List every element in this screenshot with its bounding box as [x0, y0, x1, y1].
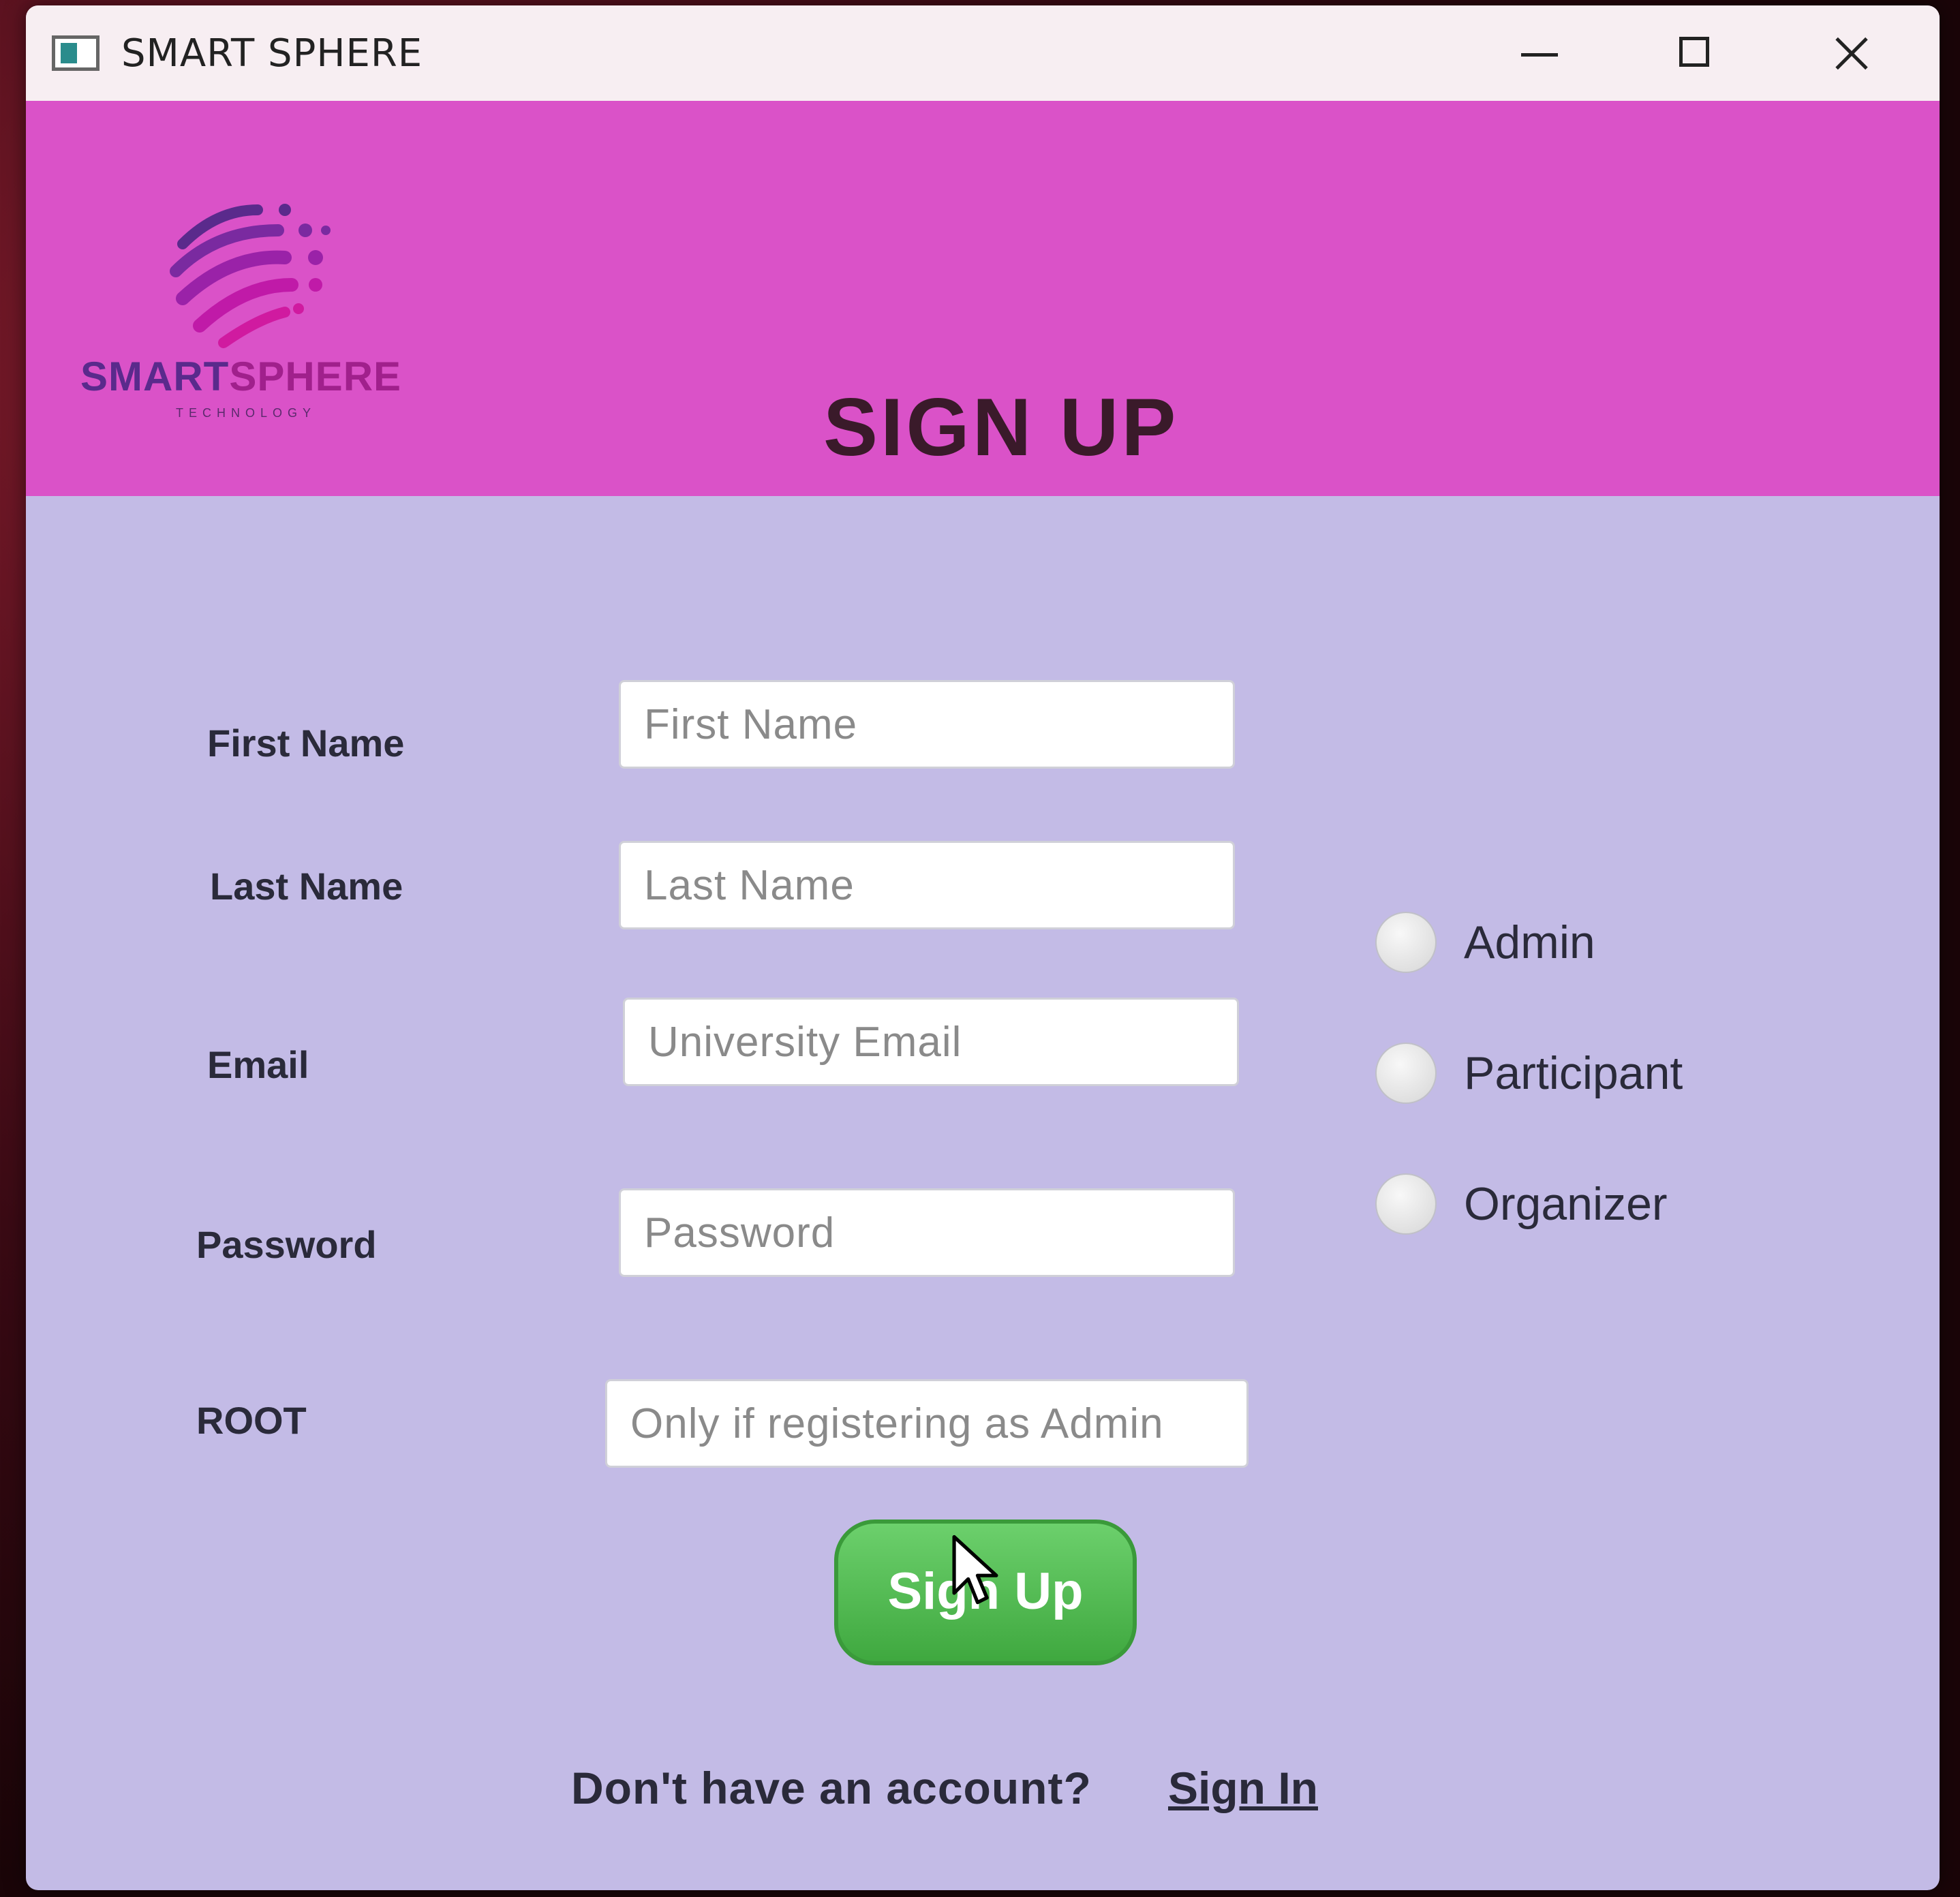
last-name-label: Last Name — [210, 865, 403, 908]
first-name-input[interactable] — [619, 680, 1235, 769]
radio-button[interactable] — [1375, 1173, 1437, 1235]
radio-button[interactable] — [1375, 1043, 1437, 1104]
email-input[interactable] — [623, 998, 1239, 1086]
root-input[interactable] — [605, 1379, 1249, 1468]
root-label: ROOT — [196, 1399, 307, 1442]
app-window: SMART SPHERE SMARTSPHERE TECHNOLOGY SIGN… — [26, 5, 1940, 1890]
radio-admin[interactable]: Admin — [1375, 912, 1595, 973]
radio-label-admin: Admin — [1464, 916, 1595, 968]
radio-button[interactable] — [1375, 912, 1437, 973]
page-title: SIGN UP — [823, 382, 1179, 473]
no-account-prompt: Don't have an account? — [571, 1763, 1092, 1813]
minimize-icon[interactable] — [1512, 26, 1566, 80]
password-label: Password — [196, 1223, 377, 1266]
sign-in-link[interactable]: Sign In — [1168, 1762, 1318, 1814]
radio-participant[interactable]: Participant — [1375, 1043, 1683, 1104]
maximize-icon[interactable] — [1668, 26, 1723, 80]
email-label: Email — [207, 1043, 309, 1086]
logo-wordmark: SMARTSPHERE — [80, 354, 402, 399]
mouse-cursor-icon — [952, 1534, 998, 1605]
title-bar: SMART SPHERE — [26, 5, 1940, 101]
radio-label-participant: Participant — [1464, 1047, 1683, 1099]
radio-organizer[interactable]: Organizer — [1375, 1173, 1668, 1235]
app-icon — [52, 35, 99, 71]
last-name-input[interactable] — [619, 841, 1235, 929]
radio-label-organizer: Organizer — [1464, 1178, 1668, 1230]
logo-subtitle: TECHNOLOGY — [176, 406, 317, 420]
password-input[interactable] — [619, 1188, 1235, 1277]
header-banner: SMARTSPHERE TECHNOLOGY SIGN UP — [26, 101, 1940, 496]
close-icon[interactable] — [1825, 26, 1880, 80]
first-name-label: First Name — [207, 722, 405, 765]
window-title: SMART SPHERE — [121, 31, 423, 76]
